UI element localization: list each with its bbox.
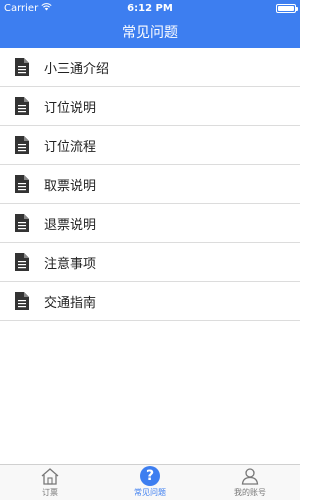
battery-fill	[278, 5, 294, 11]
user-icon	[240, 466, 260, 486]
faq-list: 小三通介绍 订位说明 订位流程 取票说明 退票说明 注意事项 交通指南	[0, 48, 300, 321]
faq-item-label: 注意事项	[44, 256, 97, 272]
tab-label: 我的账号	[234, 488, 266, 497]
tab-booking[interactable]: 订票	[0, 465, 100, 500]
faq-item-label: 小三通介绍	[44, 61, 110, 77]
carrier-label: Carrier	[4, 2, 39, 14]
faq-item-label: 取票说明	[44, 178, 97, 194]
status-bar: Carrier 6:12 PM	[0, 0, 300, 16]
home-icon	[40, 466, 60, 486]
document-icon	[15, 175, 29, 193]
faq-item-label: 订位流程	[44, 139, 97, 155]
faq-item[interactable]: 取票说明	[0, 165, 300, 204]
nav-bar: 常见问题	[0, 16, 300, 48]
document-icon	[15, 58, 29, 76]
tab-bar: 订票 ? 常见问题 我的账号	[0, 464, 300, 500]
document-icon	[15, 97, 29, 115]
faq-item[interactable]: 注意事项	[0, 243, 300, 282]
faq-item[interactable]: 订位流程	[0, 126, 300, 165]
faq-item[interactable]: 订位说明	[0, 87, 300, 126]
faq-item[interactable]: 小三通介绍	[0, 48, 300, 87]
help-icon: ?	[140, 466, 160, 486]
document-icon	[15, 136, 29, 154]
wifi-icon	[41, 2, 52, 14]
faq-item-label: 交通指南	[44, 295, 97, 311]
status-right	[196, 3, 298, 13]
status-time: 6:12 PM	[127, 2, 173, 14]
status-left: Carrier	[4, 3, 104, 14]
tab-faq[interactable]: ? 常见问题	[100, 465, 200, 500]
page-title: 常见问题	[122, 25, 178, 41]
document-icon	[15, 214, 29, 232]
faq-item[interactable]: 退票说明	[0, 204, 300, 243]
tab-account[interactable]: 我的账号	[200, 465, 300, 500]
tab-label: 订票	[42, 488, 58, 497]
battery-icon	[276, 3, 298, 13]
faq-item-label: 退票说明	[44, 217, 97, 233]
document-icon	[15, 292, 29, 310]
tab-label: 常见问题	[134, 488, 166, 497]
faq-item-label: 订位说明	[44, 100, 97, 116]
document-icon	[15, 253, 29, 271]
faq-item[interactable]: 交通指南	[0, 282, 300, 321]
